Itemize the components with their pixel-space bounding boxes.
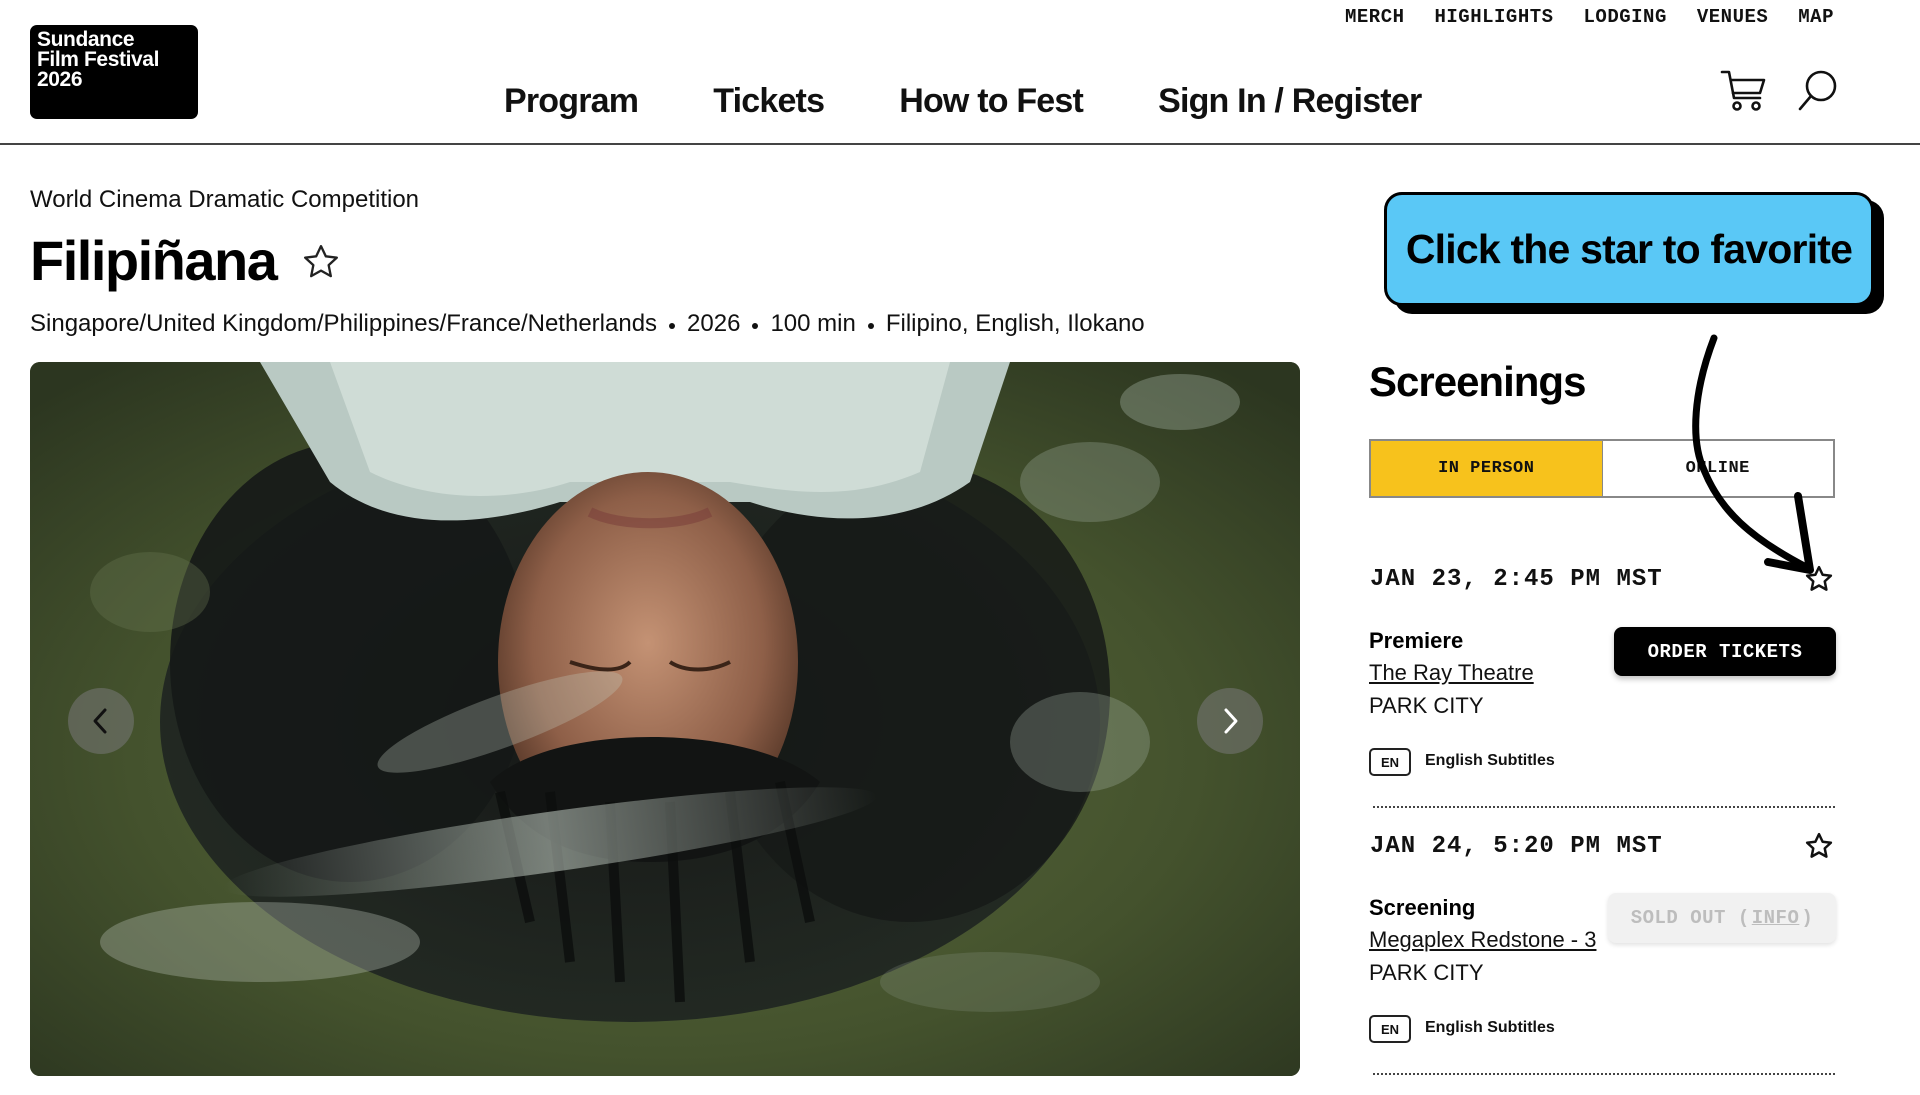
film-languages: Filipino, English, Ilokano [885, 310, 1145, 337]
language-badge: EN [1369, 748, 1411, 776]
film-category: World Cinema Dramatic Competition [30, 186, 420, 213]
screening-type: Premiere [1369, 628, 1464, 653]
nav-merch[interactable]: MERCH [1345, 6, 1405, 28]
screening-star-icon[interactable] [1804, 831, 1834, 866]
subtitle-label: English Subtitles [1425, 752, 1555, 769]
nav-how-to-fest[interactable]: How to Fest [899, 82, 1084, 121]
favorite-callout: Click the star to favorite [1384, 192, 1874, 306]
chevron-left-icon [93, 708, 107, 734]
film-runtime: 100 min [770, 310, 856, 337]
nav-tickets[interactable]: Tickets [713, 82, 825, 121]
nav-highlights[interactable]: HIGHLIGHTS [1435, 6, 1554, 28]
screenings-heading: Screenings [1369, 358, 1586, 405]
sold-out-suffix: ) [1801, 907, 1814, 929]
film-countries: Singapore/United Kingdom/Philippines/Fra… [30, 310, 658, 337]
cart-icon[interactable] [1720, 68, 1768, 119]
sold-out-button: SOLD OUT ( INFO ) [1608, 893, 1836, 943]
nav-sign-in-register[interactable]: Sign In / Register [1158, 82, 1422, 121]
nav-venues[interactable]: VENUES [1697, 6, 1768, 28]
sold-out-info-link[interactable]: INFO [1752, 907, 1800, 929]
logo-line-2: Film Festival [37, 48, 160, 71]
screening-divider [1373, 806, 1835, 808]
tab-in-person[interactable]: IN PERSON [1371, 441, 1603, 496]
separator-dot [669, 323, 676, 329]
film-year: 2026 [687, 310, 741, 337]
annotation-arrow-icon [1692, 334, 1814, 574]
header-divider [0, 143, 1920, 145]
logo-line-1: Sundance [37, 28, 135, 51]
order-tickets-button[interactable]: ORDER TICKETS [1614, 627, 1836, 676]
film-title: Filipiñana [30, 229, 278, 292]
search-icon[interactable] [1796, 68, 1840, 119]
screening-city: PARK CITY [1369, 960, 1484, 985]
nav-lodging[interactable]: LODGING [1584, 6, 1667, 28]
screening-datetime: JAN 23, 2:45 PM MST [1370, 566, 1663, 593]
subtitle-label: English Subtitles [1425, 1019, 1555, 1036]
screening-venue-link[interactable]: The Ray Theatre [1369, 660, 1534, 686]
favorite-star-icon[interactable] [300, 242, 342, 287]
screening-city: PARK CITY [1369, 693, 1484, 718]
nav-map[interactable]: MAP [1798, 6, 1834, 28]
film-still-image [30, 362, 1300, 1076]
screening-divider [1373, 1073, 1835, 1075]
separator-dot [867, 323, 874, 329]
language-badge: EN [1369, 1015, 1411, 1043]
utility-nav: MERCH HIGHLIGHTS LODGING VENUES MAP [1315, 6, 1834, 28]
separator-dot [752, 323, 759, 329]
film-meta: Singapore/United Kingdom/Philippines/Fra… [30, 310, 1145, 338]
logo-line-3: 2026 [37, 68, 83, 91]
screening-type: Screening [1369, 895, 1476, 920]
nav-program[interactable]: Program [504, 82, 639, 121]
main-nav: Program Tickets How to Fest Sign In / Re… [504, 82, 1422, 121]
screening-venue-link[interactable]: Megaplex Redstone - 3 [1369, 927, 1596, 953]
chevron-right-icon [1224, 708, 1238, 734]
screening-datetime: JAN 24, 5:20 PM MST [1370, 833, 1663, 860]
carousel-next-button[interactable] [1197, 688, 1263, 754]
carousel-prev-button[interactable] [68, 688, 134, 754]
sold-out-label: SOLD OUT ( [1630, 907, 1750, 929]
festival-logo[interactable]: Sundance Film Festival 2026 [30, 25, 198, 119]
